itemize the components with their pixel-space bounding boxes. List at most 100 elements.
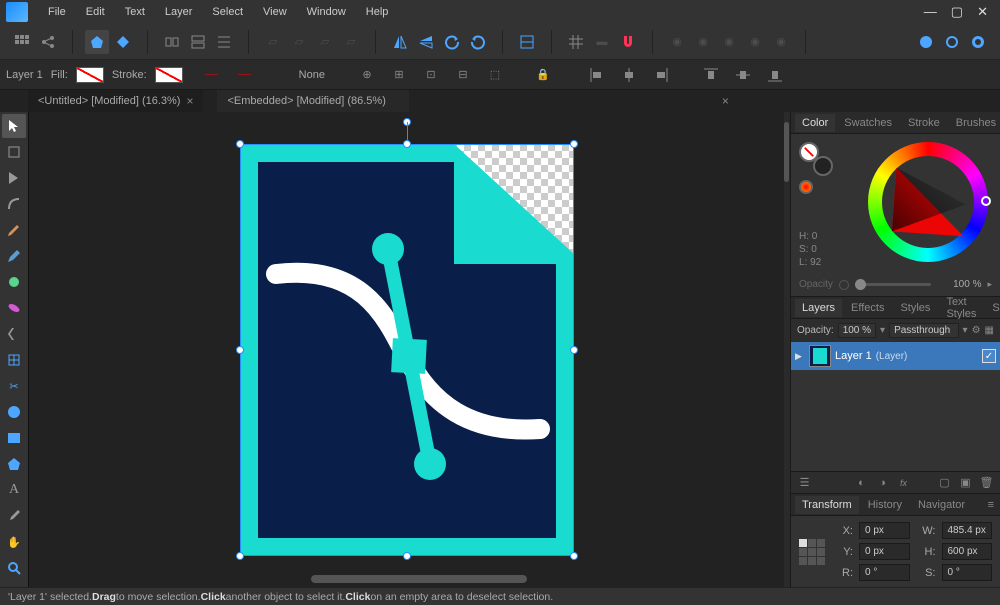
ellipse-tool[interactable] (2, 400, 26, 424)
bool-subtract-icon[interactable]: ◉ (691, 30, 715, 54)
pen-tool[interactable] (2, 218, 26, 242)
tab-layers[interactable]: Layers (795, 299, 842, 317)
rotate-ccw-icon[interactable] (440, 30, 464, 54)
menu-window[interactable]: Window (297, 2, 356, 22)
order-front-icon[interactable]: ▱ (339, 30, 363, 54)
color-wheel[interactable] (868, 142, 988, 262)
vertical-scrollbar[interactable] (784, 112, 790, 587)
layer-lock-icon[interactable]: ▦ (985, 325, 994, 336)
canvas-view[interactable] (28, 112, 784, 587)
layer-settings-icon[interactable]: ⚙ (972, 325, 981, 336)
add-pixel-layer-icon[interactable]: ▣ (958, 475, 973, 490)
fill-stroke-swatches[interactable] (799, 142, 833, 176)
tab-history[interactable]: History (861, 496, 909, 514)
ctx-icon-3[interactable]: ⊡ (419, 63, 443, 87)
node-tool[interactable] (2, 166, 26, 190)
tab-stroke[interactable]: Stroke (901, 114, 947, 132)
snap-baseline-icon[interactable]: ▬ (590, 30, 614, 54)
bool-add-icon[interactable]: ◉ (665, 30, 689, 54)
crop-tool[interactable]: ✂ (2, 374, 26, 398)
x-input[interactable]: 0 px (859, 522, 910, 539)
layer-stack-icon[interactable]: ☰ (797, 475, 812, 490)
ctx-icon-1[interactable]: ⊕ (355, 63, 379, 87)
brush-tool[interactable] (2, 296, 26, 320)
stroke-width-preview[interactable] (191, 67, 291, 83)
menu-select[interactable]: Select (202, 2, 253, 22)
layer-thumbnail[interactable] (809, 345, 831, 367)
bool-divide-icon[interactable]: ◉ (769, 30, 793, 54)
menu-file[interactable]: File (38, 2, 76, 22)
tab-text-styles[interactable]: Text Styles (939, 293, 983, 323)
tab-styles[interactable]: Styles (893, 299, 937, 317)
document-tab-1[interactable]: <Untitled> [Modified] (16.3%) × (28, 90, 203, 112)
shape-pentagon-icon[interactable] (85, 30, 109, 54)
add-layer-icon[interactable]: ▢ (937, 475, 952, 490)
align-hcenter-icon[interactable] (617, 63, 641, 87)
layer-visibility-checkbox[interactable]: ✓ (982, 349, 996, 363)
order-backward-icon[interactable]: ▱ (287, 30, 311, 54)
r-input[interactable]: 0 ° (859, 564, 910, 581)
artboard-tool[interactable] (2, 140, 26, 164)
ctx-lock-icon[interactable]: 🔒 (531, 63, 555, 87)
adjustment-icon[interactable]: ◑ (875, 475, 890, 490)
bool-intersect-icon[interactable]: ◉ (717, 30, 741, 54)
document-tab-2[interactable]: <Embedded> [Modified] (86.5%) × (217, 90, 408, 112)
move-tool[interactable] (2, 114, 26, 138)
align-objects-2-icon[interactable] (186, 30, 210, 54)
mask-icon[interactable]: ◐ (854, 475, 869, 490)
hand-tool[interactable]: ✋ (2, 530, 26, 554)
layer-opacity-value[interactable]: 100 % (838, 323, 876, 338)
transparency-tool[interactable] (2, 348, 26, 372)
menu-help[interactable]: Help (356, 2, 399, 22)
corner-tool[interactable] (2, 192, 26, 216)
window-minimize-icon[interactable]: — (924, 4, 937, 20)
flip-vertical-icon[interactable] (414, 30, 438, 54)
polygon-tool[interactable] (2, 452, 26, 476)
zoom-tool[interactable] (2, 556, 26, 580)
rotate-cw-icon[interactable] (466, 30, 490, 54)
eyedropper-tool[interactable] (2, 504, 26, 528)
w-input[interactable]: 485.4 px (942, 522, 993, 539)
grid-layout-icon[interactable] (10, 30, 34, 54)
text-tool[interactable]: A (2, 478, 26, 502)
align-left-icon[interactable] (585, 63, 609, 87)
stroke-swatch[interactable] (155, 67, 183, 83)
align-objects-3-icon[interactable] (212, 30, 236, 54)
tab-effects[interactable]: Effects (844, 299, 891, 317)
close-tab-icon[interactable]: × (722, 94, 729, 108)
view-circle-3-icon[interactable] (966, 30, 990, 54)
menu-edit[interactable]: Edit (76, 2, 115, 22)
noise-toggle-icon[interactable] (839, 280, 849, 290)
rectangle-tool[interactable] (2, 426, 26, 450)
layer-name[interactable]: Layer 1 (835, 350, 872, 362)
snap-grid-icon[interactable] (564, 30, 588, 54)
shape-diamond-icon[interactable] (111, 30, 135, 54)
h-input[interactable]: 600 px (942, 543, 993, 560)
menu-layer[interactable]: Layer (155, 2, 203, 22)
snap-magnet-icon[interactable] (616, 30, 640, 54)
horizontal-scrollbar[interactable] (58, 575, 780, 585)
layer-row[interactable]: ▶ Layer 1 (Layer) ✓ (791, 342, 1000, 370)
anchor-selector[interactable] (799, 539, 825, 565)
tab-swatches[interactable]: Swatches (837, 114, 899, 132)
fill-tool[interactable] (2, 270, 26, 294)
window-maximize-icon[interactable]: ▢ (951, 4, 963, 20)
order-back-icon[interactable]: ▱ (261, 30, 285, 54)
delete-layer-icon[interactable]: 🗑 (979, 475, 994, 490)
gradient-tool[interactable] (2, 322, 26, 346)
share-icon[interactable] (36, 30, 60, 54)
view-circle-1-icon[interactable] (914, 30, 938, 54)
fill-swatch[interactable] (76, 67, 104, 83)
tab-brushes[interactable]: Brushes (949, 114, 1000, 132)
align-vcenter-icon[interactable] (731, 63, 755, 87)
align-bottom-icon[interactable] (763, 63, 787, 87)
tab-navigator[interactable]: Navigator (911, 496, 972, 514)
align-panel-icon[interactable] (515, 30, 539, 54)
ctx-icon-2[interactable]: ⊞ (387, 63, 411, 87)
tab-transform[interactable]: Transform (795, 496, 859, 514)
opacity-slider[interactable] (855, 283, 932, 286)
opacity-value[interactable]: 100 % (937, 279, 981, 290)
color-picker-icon[interactable] (799, 180, 813, 194)
window-close-icon[interactable]: ✕ (977, 4, 988, 20)
stroke-circle[interactable] (813, 156, 833, 176)
